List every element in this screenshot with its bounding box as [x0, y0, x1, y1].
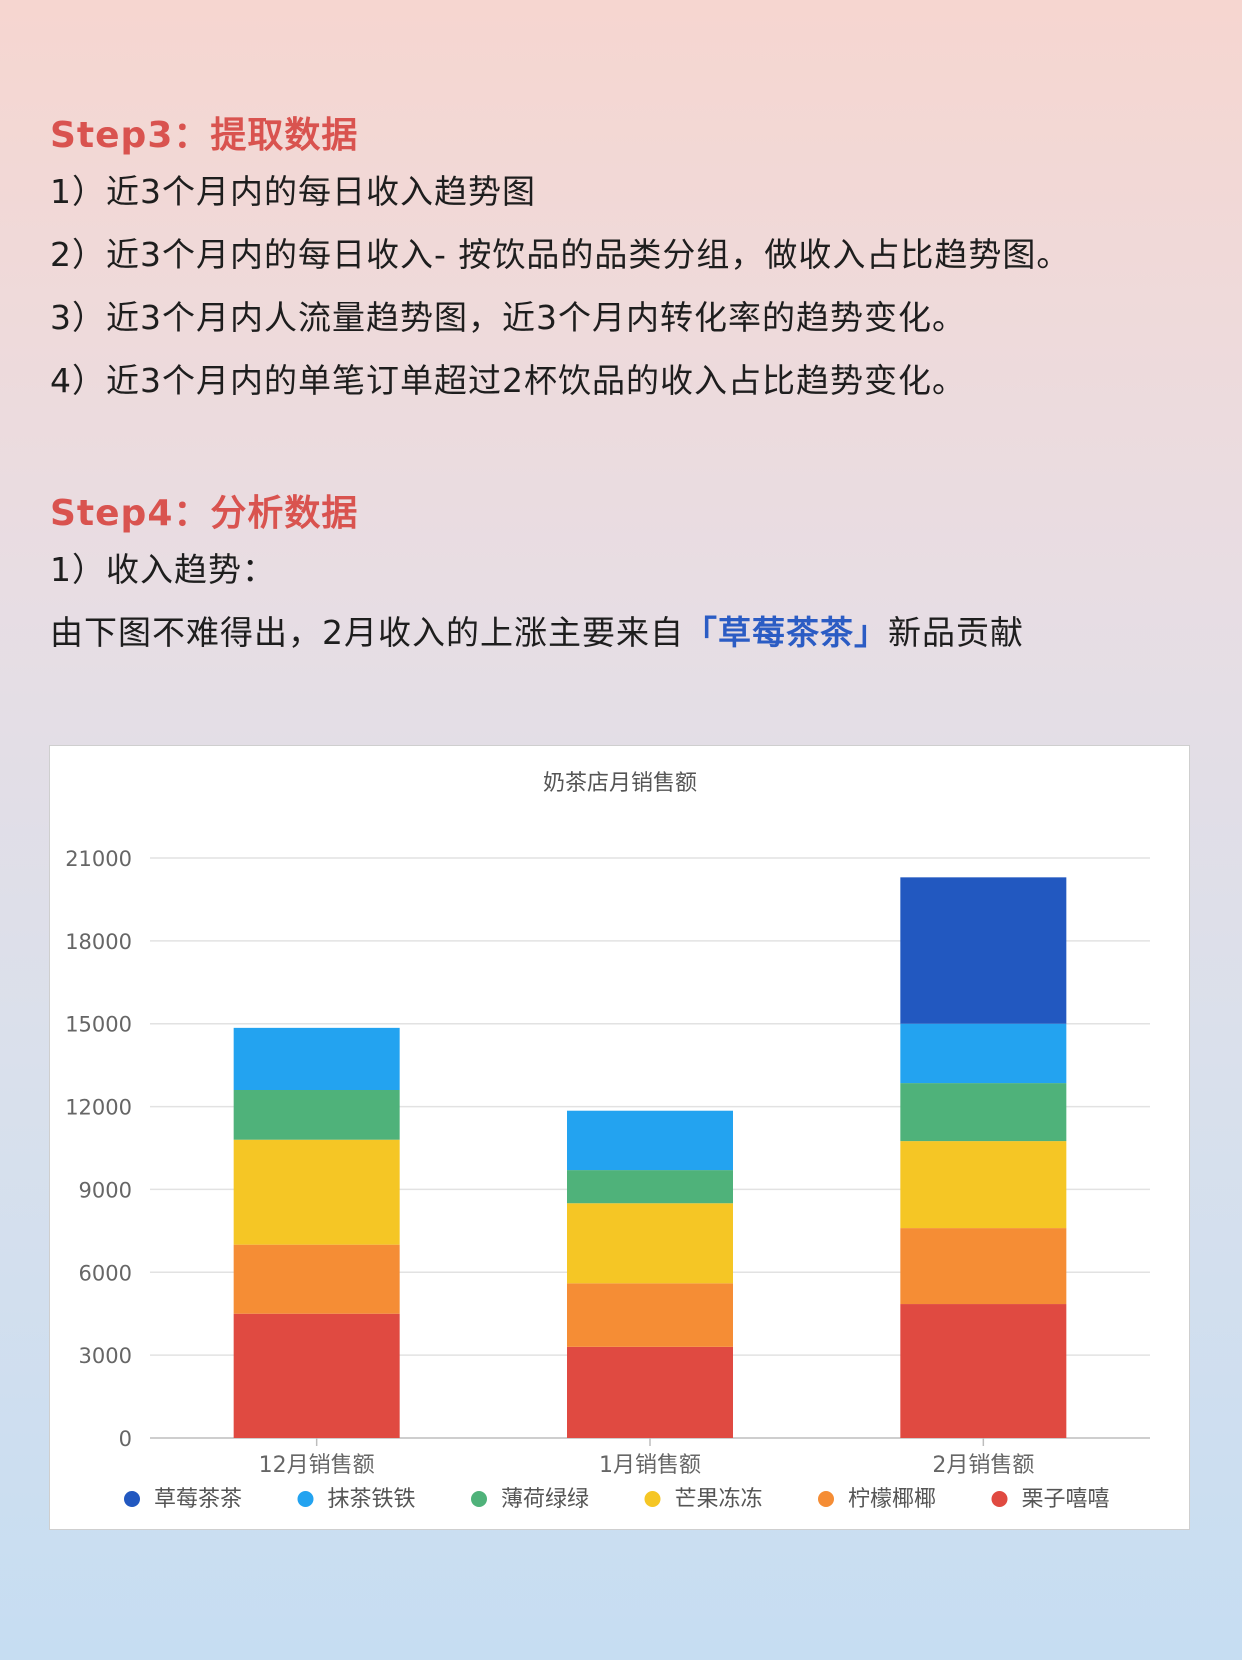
legend-label: 栗子嘻嘻 [1022, 1487, 1110, 1512]
bar-segment [233, 1139, 400, 1245]
bar-segment [567, 1283, 733, 1347]
chart-title: 奶茶店月销售额 [543, 771, 697, 796]
bar-segment [900, 1228, 1067, 1305]
legend-marker [471, 1491, 487, 1507]
bar-segment [567, 1170, 733, 1204]
bar-segment [900, 1141, 1067, 1229]
sales-chart: 奶茶店月销售额 0 3000 6000 9000 12000 15000 18000 2100… [65, 771, 1150, 1512]
step4-title: Step4：分析数据 [50, 493, 359, 534]
step3-section: Step3：提取数据 1）近3个月内的每日收入趋势图 2）近3个月内的每日收入-… [50, 112, 1222, 412]
y-tick-label: 21000 [65, 847, 132, 871]
legend-marker [818, 1491, 834, 1507]
x-tick-label: 1月销售额 [599, 1453, 701, 1478]
legend-marker [297, 1491, 314, 1507]
legend-marker [991, 1491, 1008, 1507]
legend-label: 抹茶铁铁 [328, 1487, 416, 1512]
y-tick-label: 18000 [65, 930, 132, 954]
x-tick-label: 2月销售额 [932, 1453, 1034, 1478]
y-tick-label: 9000 [79, 1178, 132, 1202]
step3-title: Step3：提取数据 [50, 115, 359, 156]
bar-segment [900, 1023, 1067, 1084]
step4-conclusion: 由下图不难得出，2月收入的上涨主要来自「草莓茶茶」新品贡献 [50, 601, 1222, 664]
bar-segment [233, 1027, 400, 1090]
legend-label: 薄荷绿绿 [501, 1487, 589, 1512]
bar-segment [567, 1346, 733, 1438]
legend-marker [124, 1491, 140, 1507]
legend-label: 芒果冻冻 [675, 1487, 763, 1512]
legend-marker [644, 1491, 661, 1507]
y-tick-label: 3000 [79, 1344, 132, 1368]
bar-segment [567, 1203, 733, 1284]
highlight-product: 「草莓茶茶」 [684, 613, 888, 652]
conclusion-suffix: 新品贡献 [888, 613, 1024, 652]
bar-segment [233, 1090, 400, 1140]
x-tick-label: 12月销售额 [259, 1453, 375, 1478]
step3-item-3: 3）近3个月内人流量趋势图，近3个月内转化率的趋势变化。 [50, 298, 966, 337]
step3-item-2: 2）近3个月内的每日收入- 按饮品的品类分组，做收入占比趋势图。 [50, 235, 1071, 274]
step3-item-1: 1）近3个月内的每日收入趋势图 [50, 172, 536, 211]
step4-item-1: 1）收入趋势： [50, 550, 276, 589]
step3-item-4: 4）近3个月内的单笔订单超过2杯饮品的收入占比趋势变化。 [50, 361, 966, 400]
legend-label: 柠檬椰椰 [848, 1487, 936, 1512]
legend-label: 草莓茶茶 [154, 1487, 242, 1512]
bar-segment [900, 1083, 1067, 1142]
bar-segment [233, 1313, 400, 1438]
bar-segment [900, 1304, 1067, 1438]
y-tick-label: 0 [119, 1427, 132, 1451]
bar-segment [900, 877, 1067, 1024]
y-tick-label: 12000 [65, 1096, 132, 1120]
bar-segment [233, 1244, 400, 1314]
chart-card: 奶茶店月销售额 0 3000 6000 9000 12000 15000 18000 2100… [49, 745, 1190, 1530]
step4-section: Step4：分析数据 1）收入趋势： 由下图不难得出，2月收入的上涨主要来自「草… [50, 490, 1222, 664]
conclusion-text: 由下图不难得出，2月收入的上涨主要来自 [50, 613, 684, 652]
y-tick-label: 15000 [65, 1013, 132, 1037]
bar-segment [567, 1110, 733, 1171]
y-tick-label: 6000 [79, 1261, 132, 1285]
